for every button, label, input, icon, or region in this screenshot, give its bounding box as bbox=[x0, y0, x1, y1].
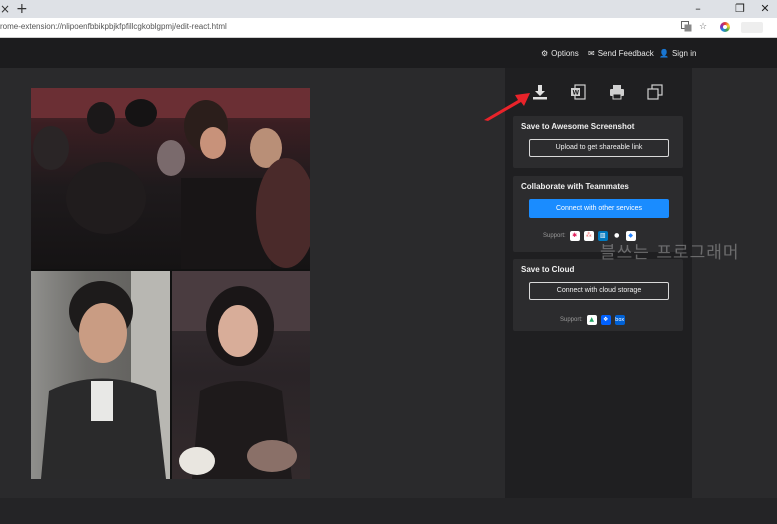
options-link[interactable]: ⚙ Options bbox=[541, 49, 579, 58]
connect-other-services-button[interactable]: Connect with other services bbox=[529, 199, 669, 218]
url-text[interactable]: rome-extension://nlipoenfbbikpbjkfpfillc… bbox=[0, 22, 227, 31]
print-icon[interactable] bbox=[609, 84, 625, 100]
profile-avatar[interactable] bbox=[741, 22, 763, 33]
color-picker-icon[interactable] bbox=[720, 22, 730, 32]
send-feedback-label: Send Feedback bbox=[597, 49, 654, 58]
word-export-icon[interactable]: W bbox=[570, 84, 586, 100]
save-to-awesome-section: Save to Awesome Screenshot Upload to get… bbox=[513, 116, 683, 168]
connect-cloud-storage-button[interactable]: Connect with cloud storage bbox=[529, 282, 669, 300]
slack-icon[interactable]: ✱ bbox=[569, 231, 580, 241]
send-feedback-link[interactable]: ✉ Send Feedback bbox=[588, 49, 654, 58]
sign-in-link[interactable]: 👤 Sign in bbox=[659, 49, 696, 58]
address-bar[interactable]: rome-extension://nlipoenfbbikpbjkfpfillc… bbox=[0, 18, 777, 38]
new-tab-button[interactable]: + bbox=[16, 1, 30, 17]
sign-in-label: Sign in bbox=[671, 49, 697, 58]
mail-icon: ✉ bbox=[588, 49, 595, 58]
maximize-button[interactable]: ❐ bbox=[731, 2, 749, 16]
upload-shareable-link-button[interactable]: Upload to get shareable link bbox=[529, 139, 669, 157]
svg-text:W: W bbox=[573, 90, 580, 97]
options-label: Options bbox=[551, 49, 579, 58]
section-title: Save to Cloud bbox=[521, 265, 575, 274]
tab-close-icon[interactable]: × bbox=[0, 2, 10, 16]
minimize-button[interactable]: – bbox=[689, 2, 707, 16]
download-icon[interactable] bbox=[532, 84, 548, 100]
save-to-cloud-section: Save to Cloud Connect with cloud storage… bbox=[513, 259, 683, 331]
translate-icon[interactable] bbox=[680, 21, 692, 33]
browser-tab-bar: × + – ❐ ✕ bbox=[0, 0, 777, 18]
copy-icon[interactable] bbox=[647, 84, 663, 100]
app-header: ⚙ Options ✉ Send Feedback 👤 Sign in bbox=[0, 38, 777, 68]
screenshot-image bbox=[31, 88, 310, 479]
section-title: Collaborate with Teammates bbox=[521, 182, 629, 191]
google-drive-icon[interactable]: ▲ bbox=[586, 315, 597, 325]
support-label: Support: bbox=[560, 317, 583, 323]
support-row: Support: ▲ ❖ box bbox=[560, 315, 625, 325]
box-icon[interactable]: box bbox=[614, 315, 625, 325]
gear-icon: ⚙ bbox=[541, 49, 549, 58]
user-icon: 👤 bbox=[659, 49, 669, 58]
section-title: Save to Awesome Screenshot bbox=[521, 122, 635, 131]
window-close-button[interactable]: ✕ bbox=[756, 2, 774, 16]
photo-crowd bbox=[31, 88, 310, 269]
support-label: Support: bbox=[543, 233, 566, 239]
watermark-text: 블쓰는 프로그래머 bbox=[600, 243, 740, 263]
asana-icon[interactable]: ⁂ bbox=[583, 231, 594, 241]
canvas-bottom-strip bbox=[0, 498, 777, 524]
dropbox-icon[interactable]: ❖ bbox=[600, 315, 611, 325]
star-icon[interactable]: ☆ bbox=[697, 21, 709, 33]
photo-woman-portrait bbox=[172, 271, 310, 479]
photo-man-portrait bbox=[31, 271, 170, 479]
